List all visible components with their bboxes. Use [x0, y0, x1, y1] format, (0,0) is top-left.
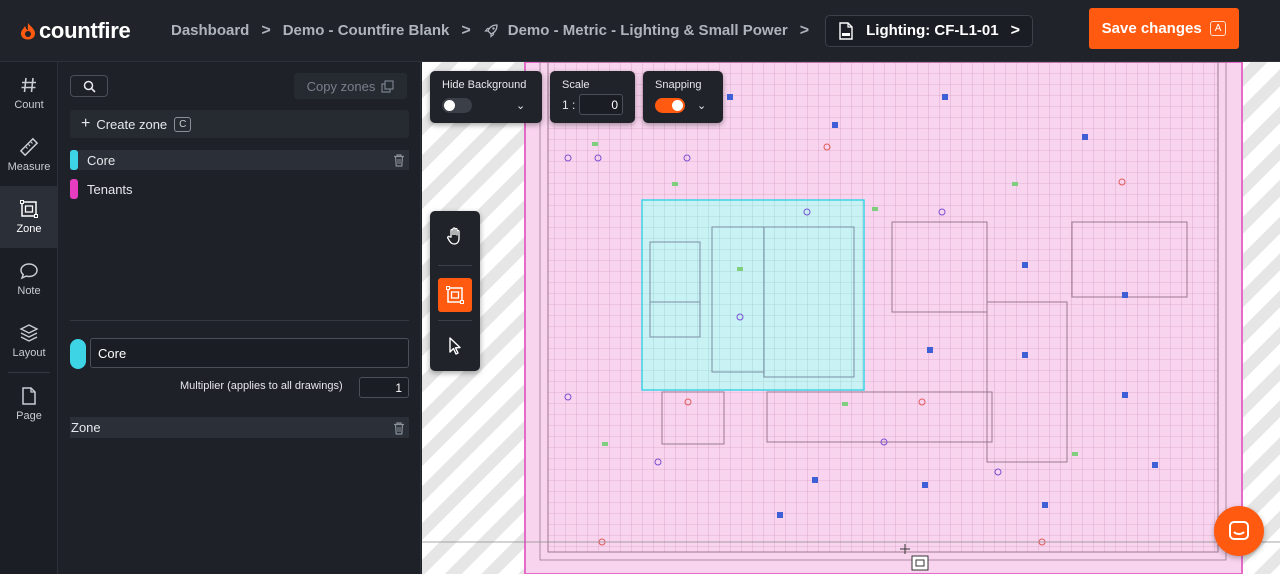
- scale-label: Scale: [562, 79, 590, 91]
- zone-section-header: Zone: [70, 417, 409, 438]
- rail-item-note[interactable]: Note: [0, 248, 58, 310]
- rail-item-label: Count: [14, 99, 44, 111]
- zone-name: Tenants: [87, 181, 133, 197]
- multiplier-label: Multiplier (applies to all drawings): [180, 380, 343, 392]
- drawing-toolbox: [430, 211, 480, 371]
- scale-field[interactable]: [579, 94, 623, 115]
- chevron-right-icon: >: [261, 21, 271, 39]
- toolbox-divider: [438, 265, 472, 266]
- snapping-control: Snapping ⌄: [643, 71, 723, 123]
- floor-plan-drawing: [422, 62, 1280, 574]
- copy-icon: [381, 79, 394, 93]
- speech-bubble-icon: [20, 263, 38, 280]
- rail-item-zone[interactable]: Zone: [0, 186, 58, 248]
- zone-list-item-core[interactable]: Core: [70, 150, 409, 170]
- copy-zones-label: Copy zones: [306, 78, 376, 94]
- chat-icon: [1229, 521, 1249, 540]
- zone-draw-tool[interactable]: [438, 278, 472, 312]
- chevron-down-icon[interactable]: ⌄: [516, 99, 525, 112]
- snapping-toggle[interactable]: [655, 98, 685, 113]
- rail-item-label: Note: [17, 285, 41, 297]
- rail-item-count[interactable]: Count: [0, 62, 58, 124]
- chevron-right-icon: >: [1010, 21, 1020, 39]
- page-icon: [22, 387, 36, 405]
- tool-rail: Count Measure Zone Note Layout Page: [0, 62, 58, 574]
- create-zone-shortcut: C: [174, 116, 192, 132]
- breadcrumb: Dashboard > Demo - Countfire Blank > Dem…: [171, 14, 1033, 47]
- breadcrumb-takeoff[interactable]: Demo - Metric - Lighting & Small Power: [508, 22, 788, 39]
- hide-background-control: Hide Background ⌄: [430, 71, 542, 123]
- hide-background-toggle[interactable]: [442, 98, 472, 113]
- search-icon: [83, 80, 96, 93]
- breadcrumb-dashboard[interactable]: Dashboard: [171, 22, 249, 39]
- toggle-knob: [672, 100, 683, 111]
- zone-name: Core: [87, 152, 116, 168]
- cursor-icon: [449, 337, 461, 355]
- zone-list-item-tenants[interactable]: Tenants: [70, 179, 409, 199]
- chevron-down-icon[interactable]: ⌄: [697, 99, 706, 112]
- trash-icon[interactable]: [392, 153, 406, 167]
- hash-icon: [21, 77, 36, 93]
- cursor-zone-icon: [911, 555, 929, 571]
- rocket-icon: [483, 23, 498, 38]
- save-shortcut: A: [1209, 21, 1227, 36]
- save-changes-button[interactable]: Save changes A: [1089, 8, 1239, 49]
- top-bar: countfire Dashboard > Demo - Countfire B…: [0, 0, 1280, 62]
- zone-color-swatch: [70, 150, 78, 170]
- plus-icon: +: [81, 115, 91, 132]
- rail-item-label: Page: [16, 410, 42, 422]
- rail-item-label: Zone: [16, 223, 42, 235]
- layers-icon: [19, 324, 39, 342]
- zone-draw-icon: [446, 286, 464, 304]
- search-button[interactable]: [70, 75, 108, 97]
- zone-panel: Copy zones + Create zone C Core Tenants …: [58, 62, 421, 574]
- toolbox-divider: [438, 320, 472, 321]
- toggle-knob: [444, 100, 455, 111]
- pan-tool[interactable]: [438, 219, 472, 253]
- rail-item-measure[interactable]: Measure: [0, 124, 58, 186]
- hand-icon: [447, 227, 460, 245]
- ruler-icon: [19, 137, 39, 157]
- trash-icon[interactable]: [392, 421, 406, 435]
- create-zone-button[interactable]: + Create zone C: [70, 110, 409, 138]
- rail-item-page[interactable]: Page: [0, 373, 58, 435]
- snapping-label: Snapping: [655, 79, 702, 91]
- zone-name-field[interactable]: [90, 338, 409, 368]
- rail-item-label: Layout: [12, 347, 46, 359]
- multiplier-field[interactable]: [359, 377, 409, 398]
- zone-icon: [20, 200, 38, 218]
- pdf-file-icon: [839, 21, 853, 40]
- support-chat-button[interactable]: [1214, 506, 1264, 556]
- document-name: Lighting: CF-L1-01: [866, 22, 999, 39]
- copy-zones-button[interactable]: Copy zones: [294, 73, 407, 99]
- scale-prefix: 1 :: [562, 98, 576, 112]
- document-selector[interactable]: Lighting: CF-L1-01 >: [825, 14, 1033, 47]
- rail-item-label: Measure: [7, 161, 51, 173]
- flame-icon: [21, 22, 35, 39]
- create-zone-label: Create zone: [96, 116, 168, 132]
- rail-item-layout[interactable]: Layout: [0, 310, 58, 372]
- select-tool[interactable]: [438, 329, 472, 363]
- scale-control: Scale 1 :: [550, 71, 635, 123]
- panel-divider: [70, 320, 409, 321]
- breadcrumb-project[interactable]: Demo - Countfire Blank: [283, 22, 450, 39]
- zone-color-picker[interactable]: [70, 339, 86, 369]
- save-label: Save changes: [1101, 20, 1202, 37]
- countfire-logo[interactable]: countfire: [20, 18, 160, 44]
- drawing-canvas[interactable]: [422, 62, 1280, 574]
- zone-color-swatch: [70, 179, 78, 199]
- brand-name: countfire: [39, 17, 131, 43]
- hide-background-label: Hide Background: [442, 79, 527, 91]
- chevron-right-icon: >: [461, 21, 471, 39]
- chevron-right-icon: >: [799, 21, 810, 39]
- zone-section-label: Zone: [71, 420, 101, 435]
